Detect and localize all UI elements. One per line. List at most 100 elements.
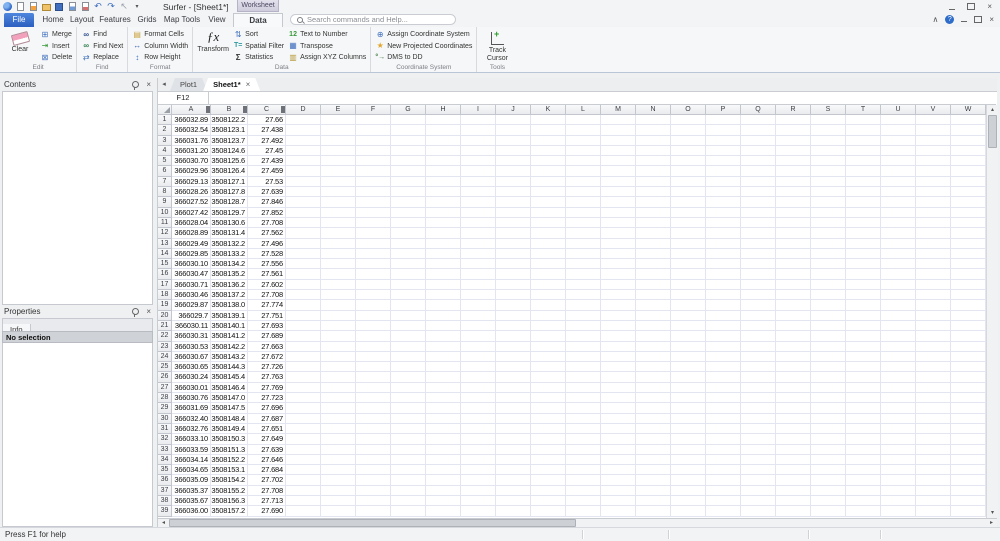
cell-L9[interactable] <box>566 197 601 207</box>
cell-A5[interactable]: 366030.70 <box>172 156 211 166</box>
cell-F2[interactable] <box>356 125 391 135</box>
column-header-V[interactable]: V <box>916 105 951 115</box>
cell-F5[interactable] <box>356 156 391 166</box>
import-icon[interactable] <box>67 2 77 12</box>
cell-T17[interactable] <box>846 280 881 290</box>
cell-H10[interactable] <box>426 208 461 218</box>
cell-E38[interactable] <box>321 496 356 506</box>
cell-H19[interactable] <box>426 300 461 310</box>
cell-E2[interactable] <box>321 125 356 135</box>
row-header-5[interactable]: 5 <box>158 156 172 166</box>
cell-U15[interactable] <box>881 259 916 269</box>
cell-N20[interactable] <box>636 311 671 321</box>
cell-C32[interactable]: 27.649 <box>248 434 286 444</box>
cell-M37[interactable] <box>601 486 636 496</box>
cell-G27[interactable] <box>391 383 426 393</box>
export-icon[interactable] <box>80 2 90 12</box>
cell-N29[interactable] <box>636 403 671 413</box>
cell-L22[interactable] <box>566 331 601 341</box>
cell-L25[interactable] <box>566 362 601 372</box>
cell-W39[interactable] <box>951 506 986 516</box>
cell-U20[interactable] <box>881 311 916 321</box>
row-header-9[interactable]: 9 <box>158 197 172 207</box>
cell-E10[interactable] <box>321 208 356 218</box>
cell-O1[interactable] <box>671 115 706 125</box>
cell-I8[interactable] <box>461 187 496 197</box>
cell-J25[interactable] <box>496 362 531 372</box>
cell-V19[interactable] <box>916 300 951 310</box>
row-header-1[interactable]: 1 <box>158 115 172 125</box>
find-next-button[interactable]: ∞Find Next <box>81 41 123 53</box>
cell-J38[interactable] <box>496 496 531 506</box>
cell-P39[interactable] <box>706 506 741 516</box>
cell-O31[interactable] <box>671 424 706 434</box>
cell-I1[interactable] <box>461 115 496 125</box>
cell-W26[interactable] <box>951 372 986 382</box>
cell-M8[interactable] <box>601 187 636 197</box>
cell-O27[interactable] <box>671 383 706 393</box>
cell-D35[interactable] <box>286 465 321 475</box>
cell-R37[interactable] <box>776 486 811 496</box>
pointer-icon[interactable]: ↖ <box>119 2 129 12</box>
cell-V34[interactable] <box>916 455 951 465</box>
cell-F30[interactable] <box>356 414 391 424</box>
cell-I34[interactable] <box>461 455 496 465</box>
cell-F17[interactable] <box>356 280 391 290</box>
cell-Q21[interactable] <box>741 321 776 331</box>
column-header-T[interactable]: T <box>846 105 881 115</box>
cell-H27[interactable] <box>426 383 461 393</box>
cell-T37[interactable] <box>846 486 881 496</box>
cell-P24[interactable] <box>706 352 741 362</box>
cell-O6[interactable] <box>671 166 706 176</box>
row-header-34[interactable]: 34 <box>158 455 172 465</box>
cell-L36[interactable] <box>566 475 601 485</box>
cell-N21[interactable] <box>636 321 671 331</box>
cell-G21[interactable] <box>391 321 426 331</box>
row-header-20[interactable]: 20 <box>158 311 172 321</box>
cell-S32[interactable] <box>811 434 846 444</box>
cell-N1[interactable] <box>636 115 671 125</box>
cell-P13[interactable] <box>706 239 741 249</box>
cell-K2[interactable] <box>531 125 566 135</box>
cell-U36[interactable] <box>881 475 916 485</box>
cell-S5[interactable] <box>811 156 846 166</box>
cell-S20[interactable] <box>811 311 846 321</box>
cell-B13[interactable]: 3508132.2 <box>211 239 248 249</box>
cell-J17[interactable] <box>496 280 531 290</box>
cell-F15[interactable] <box>356 259 391 269</box>
cell-R30[interactable] <box>776 414 811 424</box>
cell-K26[interactable] <box>531 372 566 382</box>
cell-C13[interactable]: 27.496 <box>248 239 286 249</box>
cell-I37[interactable] <box>461 486 496 496</box>
cell-W19[interactable] <box>951 300 986 310</box>
cell-M22[interactable] <box>601 331 636 341</box>
cell-G1[interactable] <box>391 115 426 125</box>
merge-button[interactable]: ⊞Merge <box>40 29 72 41</box>
cell-U27[interactable] <box>881 383 916 393</box>
sheet-tab-close-icon[interactable]: × <box>246 78 251 91</box>
cell-U25[interactable] <box>881 362 916 372</box>
cell-K18[interactable] <box>531 290 566 300</box>
cell-M15[interactable] <box>601 259 636 269</box>
cell-A18[interactable]: 366030.46 <box>172 290 211 300</box>
cell-E20[interactable] <box>321 311 356 321</box>
spatial-filter-button[interactable]: T=Spatial Filter <box>233 41 284 53</box>
delete-button[interactable]: ⊠Delete <box>40 52 72 64</box>
cell-J1[interactable] <box>496 115 531 125</box>
cell-N34[interactable] <box>636 455 671 465</box>
cell-I29[interactable] <box>461 403 496 413</box>
cell-K16[interactable] <box>531 269 566 279</box>
cell-P30[interactable] <box>706 414 741 424</box>
cell-P15[interactable] <box>706 259 741 269</box>
cell-C33[interactable]: 27.639 <box>248 445 286 455</box>
cell-T18[interactable] <box>846 290 881 300</box>
cell-L30[interactable] <box>566 414 601 424</box>
cell-R1[interactable] <box>776 115 811 125</box>
cell-F12[interactable] <box>356 228 391 238</box>
cell-O7[interactable] <box>671 177 706 187</box>
cell-E26[interactable] <box>321 372 356 382</box>
scroll-up-icon[interactable]: ▴ <box>987 105 998 115</box>
cell-D19[interactable] <box>286 300 321 310</box>
cell-U35[interactable] <box>881 465 916 475</box>
cell-O9[interactable] <box>671 197 706 207</box>
